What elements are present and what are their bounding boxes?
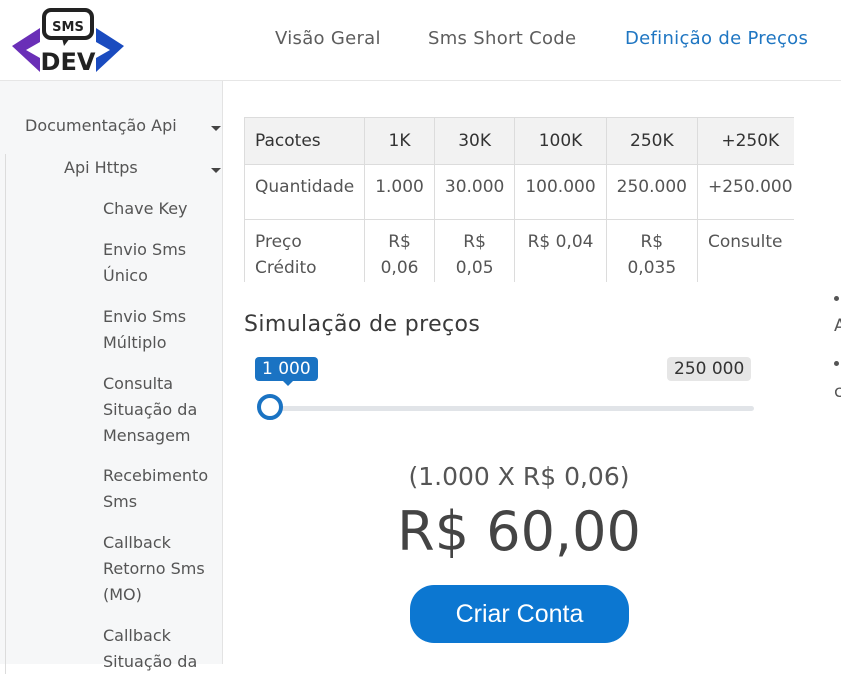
cut-off-text: c — [834, 382, 841, 402]
table-cell: 30.000 — [433, 164, 516, 220]
table-cell: Quantidade — [244, 164, 366, 220]
table-cell: Preço Crédito — [244, 219, 366, 282]
table-header-cell: +250K — [696, 117, 794, 165]
sidebar-item-documentacao-api[interactable]: Documentação Api — [25, 113, 177, 139]
table-header-cell: 100K — [514, 117, 607, 165]
pricing-table: Pacotes 1K 30K 100K 250K +250K Quantidad… — [244, 117, 794, 282]
table-cell: 250.000 — [605, 164, 698, 220]
quantity-slider-track[interactable] — [270, 406, 754, 411]
sidebar-item-envio-sms-multiplo[interactable]: Envio Sms Múltiplo — [103, 304, 213, 356]
sidebar-item-envio-sms-unico[interactable]: Envio Sms Único — [103, 237, 213, 289]
table-header-cell: Pacotes — [244, 117, 366, 165]
table-cell: 100.000 — [514, 164, 607, 220]
sidebar-item-recebimento-sms[interactable]: Recebimento Sms — [103, 463, 218, 515]
sms-dev-logo[interactable]: SMS DEV — [10, 6, 126, 76]
create-account-button[interactable]: Criar Conta — [410, 585, 629, 643]
svg-text:SMS: SMS — [52, 20, 84, 35]
docs-sidebar: Documentação Api Api Https Chave Key Env… — [0, 81, 223, 674]
chevron-down-icon[interactable] — [211, 168, 221, 173]
pricing-table-container: Pacotes 1K 30K 100K 250K +250K Quantidad… — [244, 117, 794, 282]
table-cell: R$ 0,05 — [433, 219, 516, 282]
price-total: R$ 60,00 — [397, 500, 641, 563]
slider-value-tooltip: 1 000 — [255, 357, 318, 386]
sidebar-item-callback-situacao[interactable]: Callback Situação da — [103, 623, 213, 675]
slider-max-label: 250 000 — [667, 357, 752, 381]
cut-off-text: A — [834, 316, 841, 336]
top-header: SMS DEV Visão Geral Sms Short Code Defin… — [0, 0, 841, 81]
sidebar-item-chave-key[interactable]: Chave Key — [103, 196, 213, 222]
sidebar-item-consulta-situacao[interactable]: Consulta Situação da Mensagem — [103, 371, 213, 449]
table-header-cell: 30K — [433, 117, 516, 165]
table-row: Preço Crédito R$ 0,06 R$ 0,05 R$ 0,04 R$… — [244, 219, 794, 282]
simulation-title: Simulação de preços — [244, 312, 481, 337]
table-cell: R$ 0,035 — [605, 219, 698, 282]
bullet-icon — [834, 361, 839, 366]
bullet-icon — [834, 296, 839, 301]
table-row: Quantidade 1.000 30.000 100.000 250.000 … — [244, 164, 794, 220]
sidebar-item-callback-retorno[interactable]: Callback Retorno Sms (MO) — [103, 530, 218, 608]
table-header-cell: 1K — [364, 117, 435, 165]
table-header-row: Pacotes 1K 30K 100K 250K +250K — [244, 117, 794, 165]
table-cell: R$ 0,06 — [364, 219, 435, 282]
sidebar-item-api-https[interactable]: Api Https — [64, 155, 138, 181]
table-cell: 1.000 — [364, 164, 435, 220]
quantity-slider-handle[interactable] — [257, 394, 283, 420]
nav-visao-geral[interactable]: Visão Geral — [275, 28, 381, 49]
price-formula: (1.000 X R$ 0,06) — [408, 462, 630, 491]
nav-definicao-precos[interactable]: Definição de Preços — [625, 28, 808, 49]
svg-text:DEV: DEV — [41, 48, 96, 76]
table-cell: R$ 0,04 — [514, 219, 607, 282]
nav-sms-short-code[interactable]: Sms Short Code — [428, 28, 576, 49]
sidebar-tree-line — [5, 154, 6, 674]
table-header-cell: 250K — [605, 117, 698, 165]
table-cell: Consulte — [696, 219, 794, 282]
chevron-down-icon[interactable] — [211, 126, 221, 131]
table-cell: +250.000 — [696, 164, 794, 220]
